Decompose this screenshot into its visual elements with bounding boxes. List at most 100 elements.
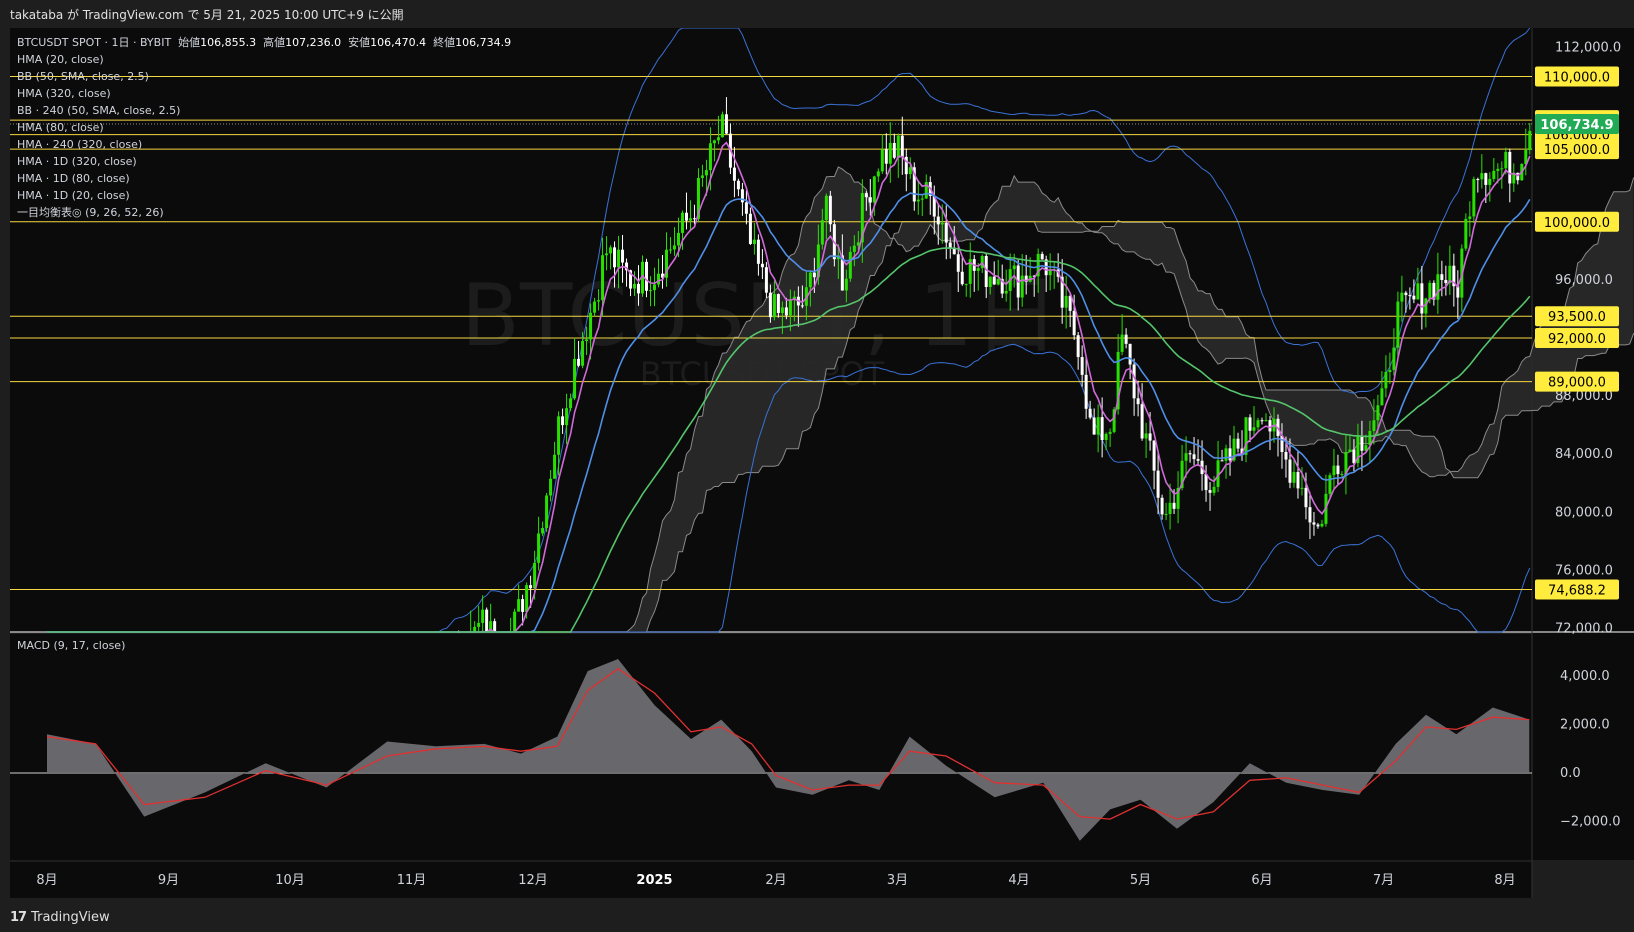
candle-body	[752, 239, 756, 244]
candle-body	[1196, 459, 1200, 461]
candle-body	[940, 222, 944, 225]
candle-body	[1264, 420, 1268, 422]
candle-body	[1244, 417, 1248, 455]
candle-body	[517, 599, 521, 612]
candle-body	[808, 272, 812, 288]
candle-body	[984, 255, 988, 287]
open-value: 106,855.3	[200, 36, 257, 49]
candle-body	[617, 249, 621, 268]
candle-body	[1092, 417, 1096, 435]
candle-body	[1416, 283, 1420, 300]
level-label-text: 89,000.0	[1548, 376, 1606, 391]
open-label: 始値	[178, 36, 201, 49]
indicator-row[interactable]: HMA (80, close)	[17, 119, 511, 136]
candle-body	[884, 149, 888, 164]
candle-body	[1076, 335, 1080, 358]
candle-body	[533, 562, 537, 589]
candle-body	[692, 218, 696, 220]
symbol-name[interactable]: BTCUSDT SPOT · 1日 · BYBIT	[17, 36, 171, 49]
candle-body	[1088, 408, 1092, 418]
candle-body	[637, 283, 641, 294]
indicator-row[interactable]: HMA (20, close)	[17, 51, 511, 68]
candle-body	[585, 339, 589, 342]
candle-body	[1408, 295, 1412, 297]
level-label-text: 93,500.0	[1548, 310, 1606, 325]
symbol-row[interactable]: BTCUSDT SPOT · 1日 · BYBIT 始値106,855.3 高値…	[17, 34, 511, 51]
candle-body	[1072, 310, 1076, 336]
indicator-row[interactable]: BB · 240 (50, SMA, close, 2.5)	[17, 102, 511, 119]
candle-body	[1140, 404, 1144, 439]
candle-body	[1152, 440, 1156, 471]
indicator-row[interactable]: BB (50, SMA, close, 2.5)	[17, 68, 511, 85]
macd-tick-label: 2,000.0	[1560, 718, 1610, 733]
candle-body	[1320, 523, 1324, 527]
candle-body	[1380, 388, 1384, 406]
candle-body	[1168, 502, 1172, 514]
candle-body	[1084, 374, 1088, 409]
candle-body	[1296, 472, 1300, 489]
tradingview-logo[interactable]: 17 TradingView	[10, 910, 110, 925]
candle-body	[481, 609, 485, 623]
candle-body	[1080, 357, 1084, 375]
candle-body	[848, 251, 852, 279]
candle-body	[529, 585, 533, 589]
candle-body	[1256, 420, 1260, 428]
candle-body	[593, 301, 597, 313]
candle-body	[1304, 487, 1308, 508]
candle-body	[1372, 420, 1376, 432]
footer-bar: 17 TradingView	[0, 902, 1634, 932]
candle-body	[960, 271, 964, 285]
candle-body	[1440, 274, 1444, 280]
candle-body	[1124, 334, 1128, 344]
time-tick-label: 5月	[1130, 873, 1151, 888]
candle-body	[736, 180, 740, 190]
candle-body	[1484, 173, 1488, 185]
candle-body	[776, 294, 780, 313]
indicator-row[interactable]: 一目均衡表◎ (9, 26, 52, 26)	[17, 204, 511, 221]
candle-body	[1388, 370, 1392, 373]
candle-body	[768, 292, 772, 318]
candle-body	[1316, 524, 1320, 527]
candle-body	[748, 213, 752, 244]
time-tick-label: 2025	[636, 873, 672, 888]
indicator-row[interactable]: HMA · 1D (320, close)	[17, 153, 511, 170]
candle-body	[613, 247, 617, 268]
candle-body	[1220, 460, 1224, 462]
candle-body	[577, 358, 581, 366]
candle-body	[764, 267, 768, 293]
indicator-row[interactable]: HMA · 1D (20, close)	[17, 187, 511, 204]
indicator-row[interactable]: HMA · 240 (320, close)	[17, 136, 511, 153]
publish-line: takataba が TradingView.com で 5月 21, 2025…	[10, 8, 404, 22]
candle-body	[900, 135, 904, 157]
candle-body	[892, 142, 896, 158]
candle-body	[1420, 283, 1424, 314]
indicator-row[interactable]: HMA (320, close)	[17, 85, 511, 102]
candle-body	[1332, 465, 1336, 476]
macd-pane[interactable]	[10, 634, 1532, 860]
candle-body	[557, 416, 561, 455]
candle-body	[1308, 507, 1312, 523]
publish-header: takataba が TradingView.com で 5月 21, 2025…	[0, 0, 1634, 28]
time-tick-label: 9月	[158, 873, 179, 888]
candle-body	[868, 197, 872, 203]
low-label: 安値	[348, 36, 371, 49]
candle-body	[1268, 420, 1272, 432]
candle-body	[649, 290, 653, 292]
candle-body	[1468, 216, 1472, 219]
candle-body	[712, 140, 716, 144]
candle-body	[1160, 497, 1164, 515]
candle-body	[1528, 130, 1532, 151]
candle-body	[1228, 448, 1232, 461]
candle-body	[1288, 459, 1292, 483]
candle-body	[1444, 279, 1448, 284]
candle-body	[513, 611, 517, 632]
candle-body	[964, 283, 968, 285]
candle-body	[1248, 417, 1252, 431]
macd-legend[interactable]: MACD (9, 17, close)	[17, 639, 125, 652]
candle-body	[1360, 436, 1364, 451]
indicator-row[interactable]: HMA · 1D (80, close)	[17, 170, 511, 187]
candle-body	[1312, 522, 1316, 525]
candle-body	[1500, 168, 1504, 170]
candle-body	[609, 247, 613, 254]
candle-body	[828, 195, 832, 225]
